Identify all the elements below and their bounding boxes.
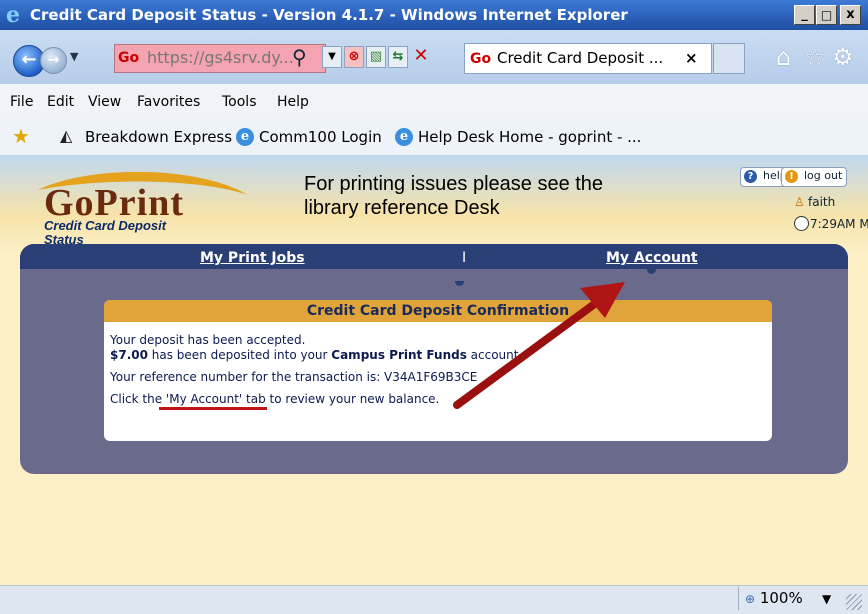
close-window-button[interactable]: x — [840, 5, 861, 25]
menu-file[interactable]: File — [10, 93, 33, 111]
search-icon[interactable]: ⚲ — [292, 45, 307, 69]
refresh-icon[interactable]: ⇆ — [388, 46, 408, 68]
stop-icon[interactable]: ✕ — [411, 46, 431, 68]
menu-bar — [0, 84, 868, 119]
favorite-site-icon: ◭ — [60, 126, 73, 145]
help-icon: ? — [744, 170, 757, 183]
tab-favicon-icon: Go — [470, 51, 492, 67]
zoom-icon: ⊕ — [745, 592, 756, 606]
logout-label: log out — [804, 169, 843, 182]
maximize-button[interactable]: □ — [816, 5, 837, 25]
ie-page-icon: e — [395, 128, 413, 146]
settings-gear-icon[interactable]: ⚙ — [832, 44, 854, 70]
logout-button[interactable]: ! log out — [781, 167, 848, 187]
menu-tools[interactable]: Tools — [222, 93, 257, 111]
tab-label: Credit Card Deposit ... — [497, 49, 664, 67]
ie-page-icon: e — [236, 128, 254, 146]
tab-close-button[interactable]: × — [685, 48, 698, 68]
user-name: faith — [808, 195, 836, 209]
address-dropdown-icon[interactable]: ▼ — [322, 46, 342, 68]
certificate-error-icon[interactable]: ⊗ — [344, 46, 364, 68]
ie-logo-icon: e — [6, 2, 20, 28]
user-icon: ♙ — [794, 195, 805, 209]
confirmation-title: Credit Card Deposit Confirmation — [104, 300, 772, 322]
annotation-arrow-icon — [453, 282, 625, 409]
history-dropdown-icon[interactable]: ▼ — [70, 50, 78, 64]
zoom-dropdown-icon[interactable]: ▼ — [822, 589, 831, 609]
forward-button[interactable]: → — [40, 47, 67, 74]
printing-notice-line1: For printing issues please see the — [304, 173, 604, 195]
address-input[interactable]: https://gs4srv.dy... — [147, 48, 294, 68]
minimize-button[interactable]: _ — [794, 5, 815, 25]
new-tab-button[interactable] — [713, 43, 745, 74]
deposit-amount: $7.00 — [110, 348, 148, 362]
deposit-accepted-text: Your deposit has been accepted. — [110, 333, 306, 347]
deposit-text-mid: has been deposited into your — [147, 348, 332, 362]
resize-grip[interactable] — [846, 594, 862, 610]
home-icon[interactable]: ⌂ — [776, 44, 791, 70]
favorites-add-icon[interactable]: ★ — [12, 125, 30, 147]
menu-help[interactable]: Help — [277, 93, 309, 111]
tab-my-print-jobs[interactable]: My Print Jobs — [200, 249, 305, 267]
favorite-help-desk-home[interactable]: Help Desk Home - goprint - ... — [418, 127, 641, 147]
printing-notice-line2: library reference Desk — [304, 197, 500, 219]
menu-view[interactable]: View — [88, 93, 121, 111]
logout-icon: ! — [785, 170, 798, 183]
printing-notice: For printing issues please see the libra… — [304, 172, 664, 220]
annotation-underline — [159, 407, 267, 410]
compatibility-view-icon[interactable]: ▧ — [366, 46, 386, 68]
reference-number-text: Your reference number for the transactio… — [110, 370, 478, 384]
zoom-value: 100% — [759, 589, 803, 607]
favorites-star-icon[interactable]: ☆ — [804, 44, 826, 70]
tab-my-account[interactable]: My Account — [606, 249, 698, 267]
review-balance-text: Click the 'My Account' tab to review you… — [110, 392, 440, 406]
menu-edit[interactable]: Edit — [47, 93, 74, 111]
menu-favorites[interactable]: Favorites — [137, 93, 200, 111]
nav-separator: I — [462, 250, 467, 266]
clock-time: 7:29AM Mon 5/7 — [810, 217, 868, 231]
main-nav-bar — [20, 244, 848, 269]
clock-icon — [794, 216, 809, 231]
favorite-comm100-login[interactable]: Comm100 Login — [259, 127, 382, 147]
window-title: Credit Card Deposit Status - Version 4.1… — [30, 6, 628, 24]
site-favicon-icon: Go — [118, 50, 140, 66]
favorite-breakdown-express[interactable]: Breakdown Express — [85, 127, 232, 147]
